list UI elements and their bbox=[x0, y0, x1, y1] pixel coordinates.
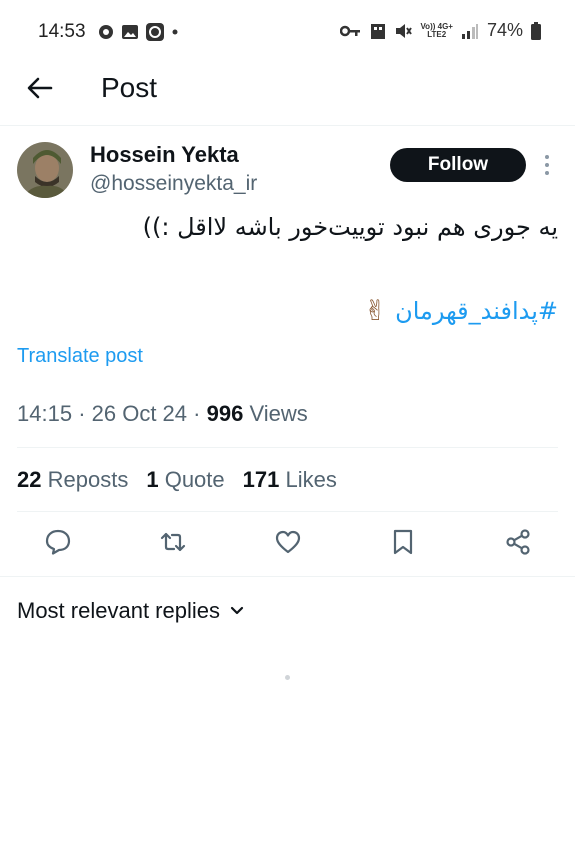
chevron-down-icon bbox=[230, 606, 244, 615]
post-author: Hossein Yekta @hosseinyekta_ir Follow bbox=[0, 126, 575, 206]
replies-sort-label: Most relevant replies bbox=[17, 598, 220, 623]
post-hashtag-line: #پدافند_قهرمان ✌ bbox=[364, 294, 558, 327]
battery-percent: 74% bbox=[486, 20, 523, 40]
replies-sort-dropdown[interactable]: Most relevant replies bbox=[17, 598, 244, 624]
meta-separator: · bbox=[78, 401, 92, 426]
avatar[interactable] bbox=[17, 142, 73, 198]
victory-hand-emoji: ✌ bbox=[363, 294, 388, 327]
hashtag-link[interactable]: #پدافند_قهرمان bbox=[395, 297, 558, 325]
author-handle[interactable]: @hosseinyekta_ir bbox=[90, 172, 257, 196]
reply-icon[interactable] bbox=[44, 528, 72, 556]
notification-dot-icon bbox=[172, 29, 178, 35]
like-heart-icon[interactable] bbox=[274, 528, 302, 556]
signal-icon bbox=[461, 23, 478, 39]
loading-indicator bbox=[285, 675, 290, 680]
app-notification-icon bbox=[146, 23, 164, 41]
back-arrow-icon[interactable] bbox=[26, 74, 54, 102]
mute-icon bbox=[396, 23, 413, 38]
repost-icon[interactable] bbox=[159, 528, 187, 556]
vpn-key-icon bbox=[340, 25, 361, 36]
post-text: یه جوری هم نبود توییت‌خور باشه لااقل :)) bbox=[142, 213, 558, 241]
post-time: 14:15 bbox=[17, 401, 73, 426]
status-right-icons: Vo)) 4G+ LTE2 74% bbox=[340, 20, 541, 41]
top-app-bar: Post bbox=[0, 64, 575, 126]
post-date: 26 Oct 24 bbox=[91, 401, 188, 426]
divider bbox=[0, 576, 575, 577]
work-profile-icon bbox=[371, 23, 386, 39]
follow-button[interactable]: Follow bbox=[390, 148, 526, 182]
meta-separator: · bbox=[193, 401, 207, 426]
quotes-stat[interactable]: 1 Quote bbox=[146, 467, 224, 493]
status-left-icons bbox=[97, 22, 179, 42]
avatar-image bbox=[17, 142, 73, 198]
divider bbox=[17, 511, 558, 512]
page-title: Post bbox=[101, 72, 158, 103]
status-bar: 14:53 Vo)) 4G+ LTE2 74% bbox=[0, 0, 575, 64]
translate-post-link[interactable]: Translate post bbox=[17, 345, 143, 368]
status-time: 14:53 bbox=[38, 21, 86, 42]
gallery-icon bbox=[122, 25, 138, 39]
network-indicator: Vo)) 4G+ LTE2 bbox=[420, 21, 453, 39]
post-actions bbox=[0, 520, 575, 568]
bookmark-icon[interactable] bbox=[389, 528, 417, 556]
battery-icon bbox=[531, 21, 541, 40]
views-label: Views bbox=[249, 401, 308, 426]
share-icon[interactable] bbox=[504, 528, 532, 556]
views-count: 996 bbox=[206, 401, 244, 426]
settings-icon bbox=[99, 25, 113, 39]
likes-stat[interactable]: 171 Likes bbox=[243, 467, 337, 493]
reposts-stat[interactable]: 22 Reposts bbox=[17, 467, 128, 493]
engagement-stats: 22 Reposts 1 Quote 171 Likes bbox=[17, 467, 337, 493]
divider bbox=[17, 447, 558, 448]
post-meta: 14:15 · 26 Oct 24 · 996 Views bbox=[17, 401, 308, 427]
more-options-icon[interactable] bbox=[540, 154, 554, 176]
author-name[interactable]: Hossein Yekta bbox=[90, 142, 239, 168]
